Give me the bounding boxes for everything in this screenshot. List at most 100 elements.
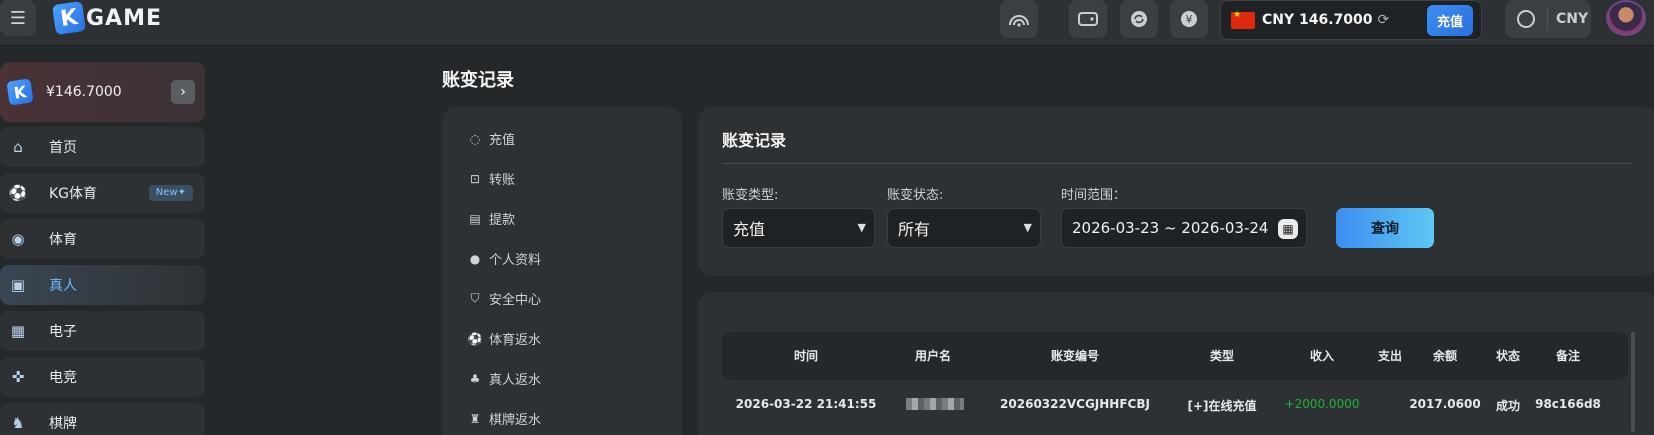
sidebar-item-live[interactable]: ▣ 真人: [0, 265, 205, 305]
sidebar-item-label: 体育: [49, 232, 77, 248]
col-income: 收入: [1309, 349, 1335, 363]
status-label: 账变状态:: [887, 188, 944, 203]
col-time: 时间: [793, 349, 819, 363]
col-serial: 账变编号: [1050, 349, 1100, 363]
table-scrollbar[interactable]: [1631, 332, 1635, 432]
menu-item-label: 个人资料: [489, 253, 542, 268]
menu-item-label: 充值: [489, 133, 516, 148]
transfer-icon: ⊡: [469, 171, 481, 186]
recharge-button[interactable]: 充值: [1427, 5, 1473, 36]
home-icon: ⌂: [13, 138, 23, 156]
sidebar-item-sports[interactable]: ◉ 体育: [0, 219, 205, 259]
menu-item-label: 转账: [489, 173, 516, 188]
gamepad-icon: ✜: [11, 368, 25, 386]
date-label: 时间范围：: [1061, 188, 1127, 203]
status-select[interactable]: 所有 ▼: [887, 208, 1041, 248]
menu-item-label: 体育返水: [489, 333, 542, 348]
col-type: 类型: [1209, 349, 1235, 363]
cell-status: 成功: [1495, 399, 1521, 413]
logo-text: GAME: [86, 5, 163, 31]
chess-piece-icon: ♜: [469, 411, 481, 426]
calendar-icon[interactable]: ▦: [1278, 219, 1298, 239]
piggy-bank-icon: ◌: [469, 131, 481, 146]
refresh-icon[interactable]: ⟳: [1378, 12, 1390, 28]
menu-item-label: 安全中心: [489, 293, 542, 308]
hamburger-icon: ☰: [9, 7, 27, 29]
transfer-button[interactable]: [1120, 0, 1158, 38]
account-menu-profile[interactable]: ● 个人资料: [468, 249, 542, 269]
menu-item-label: 真人返水: [489, 373, 542, 388]
menu-toggle-button[interactable]: ☰: [0, 0, 36, 36]
sidebar-wallet[interactable]: K ¥146.7000 ›: [0, 62, 205, 122]
type-select-value: 充值: [733, 220, 766, 239]
new-badge: New✦: [148, 185, 193, 201]
divider: [1547, 8, 1548, 30]
cards-icon: ▣: [10, 276, 26, 294]
account-menu: ◌ 充值 ⊡ 转账 ▤ 提款 ● 个人资料 ⛉ 安全中心 ⚽ 体育返水 ♣ 真人返水 ♜ 棋牌返…: [442, 107, 682, 435]
col-username: 用户名: [914, 349, 952, 363]
sidebar-item-kg-sports[interactable]: ⚽ KG体育 New✦: [0, 173, 205, 213]
globe-icon: [1517, 10, 1535, 28]
type-label: 账变类型:: [722, 188, 779, 203]
date-range-value: 2026-03-23 ~ 2026-03-24: [1072, 219, 1269, 237]
chevron-down-icon: ▼: [857, 221, 866, 234]
account-menu-live-rebate[interactable]: ♣ 真人返水: [468, 369, 542, 389]
chess-icon: ♞: [11, 414, 25, 432]
wallet-balance: ¥146.7000: [46, 84, 122, 100]
sidebar-item-chess[interactable]: ♞ 棋牌: [0, 403, 205, 435]
account-menu-transfer[interactable]: ⊡ 转账: [468, 169, 516, 189]
col-status: 状态: [1495, 349, 1521, 363]
menu-item-label: 提款: [489, 213, 516, 228]
query-button[interactable]: 查询: [1336, 208, 1434, 248]
sidebar-item-label: 棋牌: [49, 416, 77, 432]
date-range-input[interactable]: 2026-03-23 ~ 2026-03-24 ▦: [1061, 208, 1307, 248]
sidebar-item-slots[interactable]: ▦ 电子: [0, 311, 205, 351]
site-logo[interactable]: K GAME: [52, 1, 163, 35]
signal-button[interactable]: [1000, 0, 1038, 38]
account-menu-chess-rebate[interactable]: ♜ 棋牌返水: [468, 409, 541, 429]
account-menu-withdraw[interactable]: ▤ 提款: [468, 209, 516, 229]
header-balance: CNY 146.7000: [1262, 12, 1373, 28]
slot-machine-icon: ▦: [10, 322, 26, 340]
wallet-button[interactable]: [1069, 0, 1107, 38]
withdraw-icon: ▤: [469, 211, 481, 226]
status-select-value: 所有: [898, 220, 931, 239]
account-menu-sports-rebate[interactable]: ⚽ 体育返水: [468, 329, 542, 349]
type-select[interactable]: 充值 ▼: [722, 208, 875, 248]
refresh-circle-icon: [1131, 11, 1147, 27]
col-balance: 余额: [1432, 349, 1458, 363]
account-menu-security[interactable]: ⛉ 安全中心: [468, 289, 541, 308]
currency-selector[interactable]: CNY: [1505, 0, 1591, 38]
china-flag-icon: [1231, 10, 1255, 29]
account-menu-recharge[interactable]: ◌ 充值: [468, 129, 516, 149]
sidebar-item-label: 首页: [49, 140, 77, 156]
top-header: ☰ K GAME ¥ CNY 146.7000 ⟳ 充值 CNY: [0, 0, 1654, 46]
cell-income: +2000.0000: [1284, 397, 1360, 411]
chevron-down-icon: ▼: [1023, 221, 1032, 234]
cell-username-blurred: [906, 398, 964, 410]
table-header: 时间 用户名 账变编号 类型 收入 支出 余额 状态 备注: [722, 332, 1628, 380]
page-title: 账变记录: [442, 70, 514, 91]
sidebar-item-home[interactable]: ⌂ 首页: [0, 127, 205, 167]
sidebar-item-esports[interactable]: ✜ 电竞: [0, 357, 205, 397]
soccer-ball-icon: ⚽: [8, 184, 28, 202]
yen-coin-icon: ¥: [1181, 11, 1197, 27]
kgame-logo-icon: K: [6, 78, 34, 106]
cell-remark: 98c166d8: [1535, 397, 1601, 411]
balance-box: CNY 146.7000 ⟳ 充值: [1220, 0, 1482, 40]
col-remark: 备注: [1555, 349, 1581, 363]
svg-text:¥: ¥: [1186, 13, 1193, 26]
withdraw-button[interactable]: ¥: [1170, 0, 1208, 38]
sidebar-item-label: 电子: [49, 324, 77, 340]
cell-time: 2026-03-22 21:41:55: [735, 397, 877, 411]
cell-serial: 20260322VCGJHHFCBJ: [1000, 397, 1150, 411]
cell-balance: 2017.0600: [1409, 397, 1481, 411]
shield-icon: ⛉: [470, 291, 480, 305]
cell-type: [+]在线充值: [1187, 399, 1257, 413]
records-panel: 时间 用户名 账变编号 类型 收入 支出 余额 状态 备注 2026-03-22…: [698, 292, 1654, 435]
basketball-icon: ◉: [11, 230, 25, 248]
chevron-right-icon[interactable]: ›: [171, 80, 195, 104]
sidebar-item-label: 电竞: [49, 370, 77, 386]
avatar[interactable]: [1606, 0, 1646, 36]
wallet-icon: [1078, 12, 1098, 26]
